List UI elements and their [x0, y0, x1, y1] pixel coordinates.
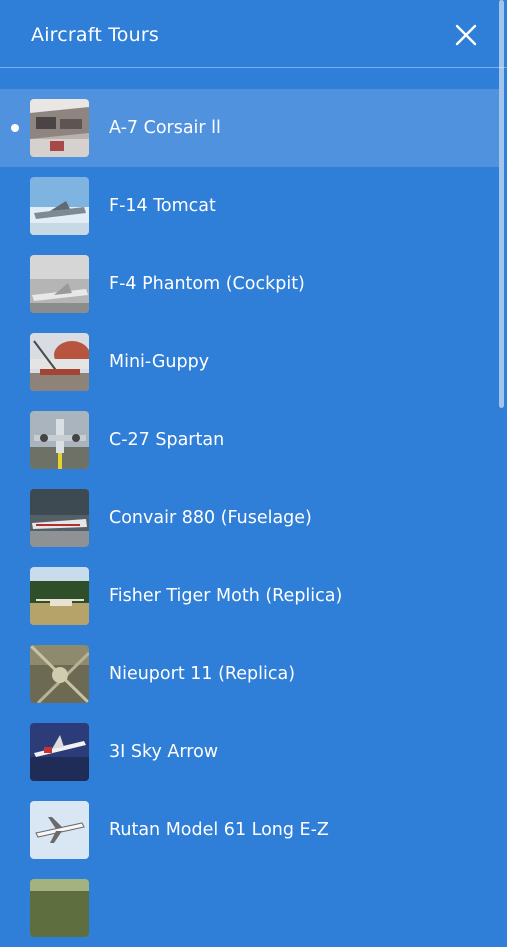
tour-item-active[interactable]: A-7 Corsair ll — [0, 89, 499, 167]
tour-item[interactable]: F-14 Tomcat — [0, 167, 499, 245]
close-button[interactable] — [450, 19, 482, 51]
tour-thumbnail — [30, 723, 89, 781]
active-indicator-dot — [11, 124, 19, 132]
tour-thumbnail — [30, 177, 89, 235]
tour-label: A-7 Corsair ll — [109, 118, 221, 138]
tour-label: Fisher Tiger Moth (Replica) — [109, 586, 343, 606]
tour-item[interactable] — [0, 869, 499, 947]
tour-label: F-4 Phantom (Cockpit) — [109, 274, 305, 294]
tour-label: Mini-Guppy — [109, 352, 210, 372]
tour-thumbnail — [30, 99, 89, 157]
tour-item[interactable]: F-4 Phantom (Cockpit) — [0, 245, 499, 323]
scrollbar-thumb[interactable] — [499, 0, 504, 408]
tour-thumbnail — [30, 645, 89, 703]
tour-thumbnail — [30, 255, 89, 313]
page-title: Aircraft Tours — [31, 24, 159, 46]
tour-item[interactable]: Rutan Model 61 Long E-Z — [0, 791, 499, 869]
close-icon — [455, 24, 477, 46]
tour-list: A-7 Corsair ll F-14 Tomcat F-4 Phantom (… — [0, 89, 499, 947]
tour-thumbnail — [30, 333, 89, 391]
tour-thumbnail — [30, 879, 89, 937]
scrollbar[interactable] — [499, 0, 504, 900]
tour-item[interactable]: Nieuport 11 (Replica) — [0, 635, 499, 713]
tour-label: Nieuport 11 (Replica) — [109, 664, 296, 684]
tour-item[interactable]: C-27 Spartan — [0, 401, 499, 479]
tour-item[interactable]: Convair 880 (Fuselage) — [0, 479, 499, 557]
tour-thumbnail — [30, 567, 89, 625]
tour-label: C-27 Spartan — [109, 430, 225, 450]
header: Aircraft Tours — [0, 0, 507, 68]
tour-item[interactable]: 3I Sky Arrow — [0, 713, 499, 791]
tour-label: Convair 880 (Fuselage) — [109, 508, 312, 528]
tour-label: Rutan Model 61 Long E-Z — [109, 820, 329, 840]
tour-thumbnail — [30, 411, 89, 469]
tour-item[interactable]: Fisher Tiger Moth (Replica) — [0, 557, 499, 635]
tour-thumbnail — [30, 801, 89, 859]
tour-label: F-14 Tomcat — [109, 196, 216, 216]
tour-item[interactable]: Mini-Guppy — [0, 323, 499, 401]
tour-thumbnail — [30, 489, 89, 547]
tour-label: 3I Sky Arrow — [109, 742, 219, 762]
